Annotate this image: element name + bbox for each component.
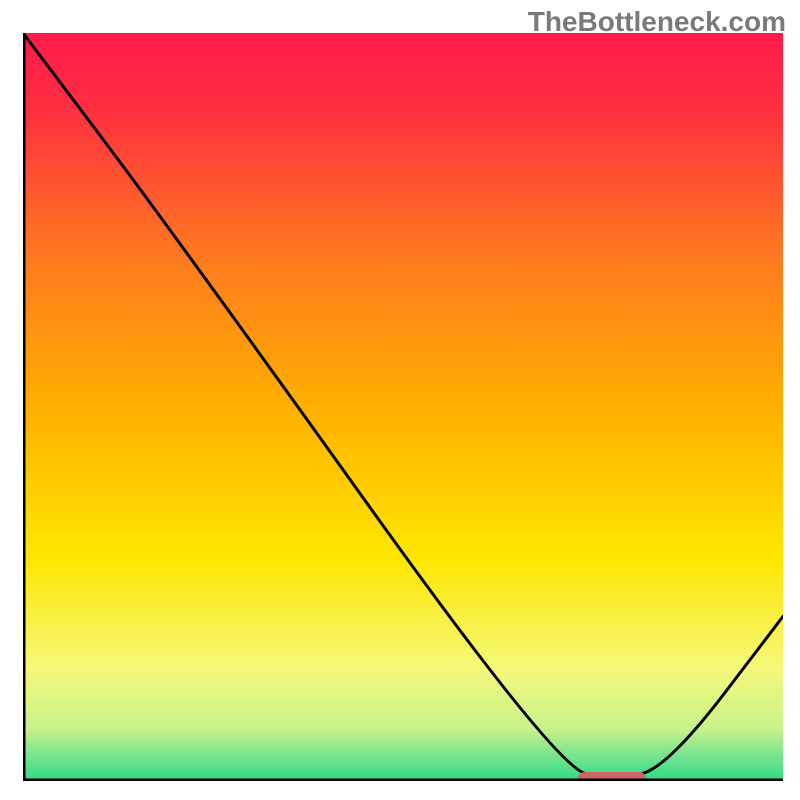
bottleneck-plot <box>23 33 783 781</box>
chart-container: TheBottleneck.com <box>0 0 800 800</box>
plot-background <box>23 33 783 781</box>
plot-svg <box>23 33 783 781</box>
